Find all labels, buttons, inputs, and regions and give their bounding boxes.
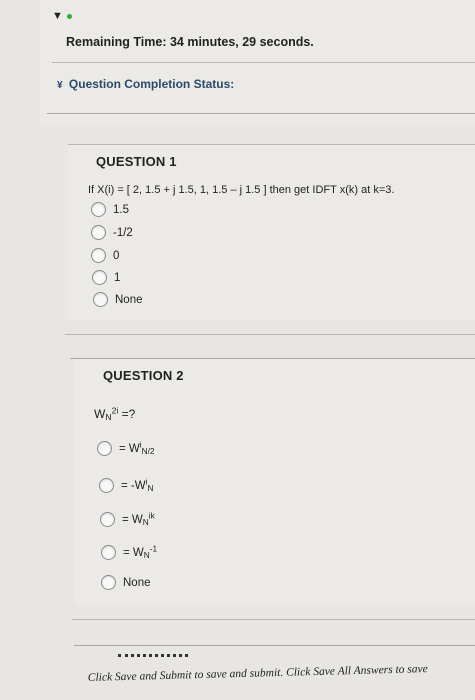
- question-2-option[interactable]: = -WiN: [99, 477, 154, 493]
- option-label: None: [123, 576, 151, 589]
- chevron-double-down-icon: ¥: [57, 80, 63, 91]
- question-1-option[interactable]: 1: [92, 270, 120, 285]
- question-1-title: QUESTION 1: [96, 154, 177, 169]
- option-label: None: [115, 293, 143, 306]
- option-text: = W: [122, 513, 143, 526]
- divider: [65, 334, 475, 335]
- divider: [72, 619, 475, 620]
- radio-button-icon[interactable]: [92, 270, 107, 285]
- question-2-option[interactable]: = WN-1: [101, 543, 158, 560]
- option-label: 1.5: [113, 203, 129, 216]
- option-label: = WNik: [122, 510, 155, 526]
- question-2-prompt: WN2i =?: [94, 406, 136, 422]
- option-superscript: ik: [148, 510, 155, 520]
- option-text: = -W: [121, 479, 146, 492]
- option-text: = W: [123, 546, 144, 559]
- prompt-base: W: [94, 407, 106, 421]
- option-text: = W: [119, 442, 140, 455]
- radio-button-icon[interactable]: [100, 512, 115, 527]
- radio-button-icon[interactable]: [99, 478, 114, 493]
- remaining-time-label: Remaining Time:: [66, 35, 167, 49]
- status-dot-icon: [66, 13, 72, 19]
- option-superscript: -1: [149, 543, 158, 553]
- remaining-time: Remaining Time: 34 minutes, 29 seconds.: [66, 35, 314, 49]
- submit-instructions: Click Save and Submit to save and submit…: [87, 663, 428, 684]
- option-label: = -WiN: [121, 477, 154, 493]
- question-2-option[interactable]: = WiN/2: [97, 440, 155, 456]
- option-label: = WN-1: [123, 543, 158, 559]
- radio-button-icon[interactable]: [91, 202, 106, 217]
- radio-button-icon[interactable]: [101, 575, 116, 590]
- radio-button-icon[interactable]: [91, 225, 106, 240]
- divider: [74, 645, 475, 646]
- question-1-option[interactable]: 1.5: [91, 202, 129, 217]
- question-completion-status-label: Question Completion Status:: [68, 77, 235, 91]
- radio-button-icon[interactable]: [101, 545, 116, 560]
- option-label: = WiN/2: [119, 440, 155, 456]
- option-label: 0: [113, 249, 120, 262]
- question-1-prompt: If X(i) = [ 2, 1.5 + j 1.5, 1, 1.5 – j 1…: [88, 184, 395, 196]
- divider: [68, 144, 475, 145]
- divider: [52, 62, 475, 63]
- option-subscript: N/2: [141, 446, 155, 456]
- chevron-down-icon: ▼: [52, 10, 63, 22]
- question-3-title-partial: [118, 654, 188, 661]
- assessment-page: ▼ Remaining Time: 34 minutes, 29 seconds…: [0, 0, 475, 700]
- option-subscript: N: [147, 483, 154, 493]
- option-label: -1/2: [113, 226, 133, 239]
- option-label: 1: [114, 271, 121, 284]
- remaining-time-value: 34 minutes, 29 seconds.: [169, 35, 314, 49]
- radio-button-icon[interactable]: [91, 248, 106, 263]
- question-1-option[interactable]: None: [93, 292, 143, 307]
- question-1-option[interactable]: -1/2: [91, 225, 133, 240]
- question-2-title: QUESTION 2: [103, 368, 184, 383]
- divider: [47, 113, 475, 114]
- question-2-option[interactable]: None: [101, 575, 151, 590]
- question-2-option[interactable]: = WNik: [100, 510, 155, 527]
- radio-button-icon[interactable]: [97, 441, 112, 456]
- radio-button-icon[interactable]: [93, 292, 108, 307]
- prompt-tail: =?: [118, 407, 136, 421]
- question-completion-status[interactable]: ¥ Question Completion Status:: [57, 77, 234, 91]
- question-1-option[interactable]: 0: [91, 248, 119, 263]
- menu-toggle[interactable]: ▼: [52, 10, 72, 22]
